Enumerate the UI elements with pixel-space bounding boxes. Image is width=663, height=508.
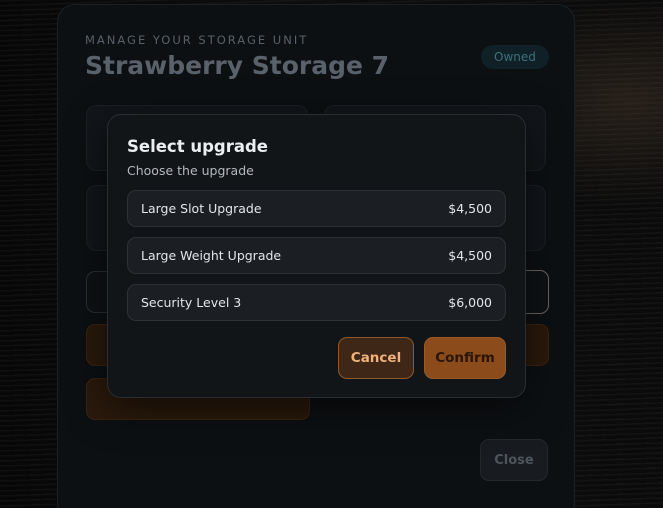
- upgrade-option-name: Security Level 3: [141, 295, 242, 310]
- cancel-button[interactable]: Cancel: [338, 337, 414, 379]
- upgrade-option-price: $4,500: [448, 248, 492, 263]
- upgrade-option-security-level-3[interactable]: Security Level 3 $6,000: [127, 284, 506, 321]
- modal-title: Select upgrade: [127, 137, 268, 156]
- upgrade-option-large-weight[interactable]: Large Weight Upgrade $4,500: [127, 237, 506, 274]
- upgrade-option-name: Large Weight Upgrade: [141, 248, 282, 263]
- page-title: Strawberry Storage 7: [85, 51, 390, 80]
- upgrade-option-name: Large Slot Upgrade: [141, 201, 262, 216]
- upgrade-option-price: $4,500: [448, 201, 492, 216]
- panel-kicker: MANAGE YOUR STORAGE UNIT: [85, 33, 309, 47]
- close-button[interactable]: Close: [480, 439, 548, 481]
- status-badge: Owned: [481, 45, 549, 69]
- upgrade-option-price: $6,000: [448, 295, 492, 310]
- confirm-button[interactable]: Confirm: [424, 337, 506, 379]
- upgrade-option-large-slot[interactable]: Large Slot Upgrade $4,500: [127, 190, 506, 227]
- select-upgrade-modal: Select upgrade Choose the upgrade Large …: [107, 114, 526, 398]
- modal-subtitle: Choose the upgrade: [127, 163, 254, 178]
